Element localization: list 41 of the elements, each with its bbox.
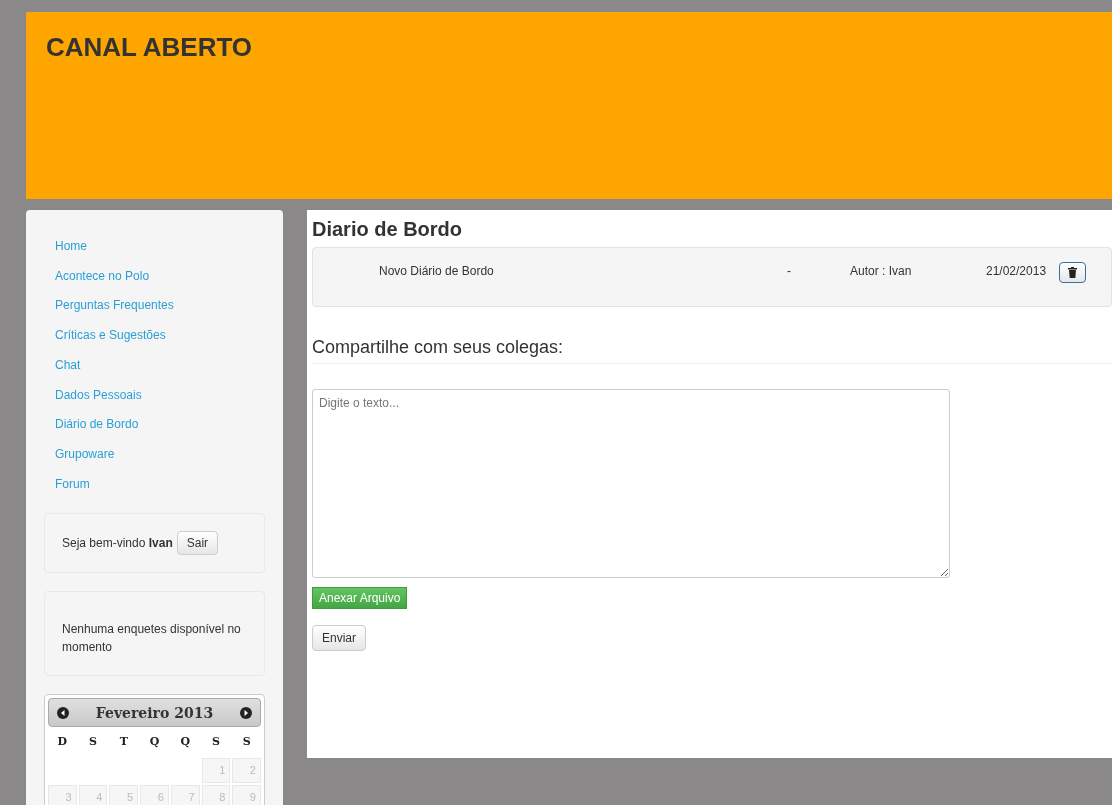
share-heading: Compartilhe com seus colegas: (312, 337, 1112, 364)
entry-date: 21/02/2013 (986, 264, 1048, 278)
entry-title: Novo Diário de Bordo (379, 264, 495, 278)
text-input[interactable]: Digite o texto... (312, 389, 950, 578)
nav-link[interactable]: Grupoware (55, 439, 265, 470)
welcome-text: Seja bem-vindo Ivan (62, 536, 173, 551)
site-title: CANAL ABERTO (46, 32, 254, 63)
delete-button[interactable] (1059, 262, 1086, 283)
nav-link[interactable]: Acontece no Polo (55, 261, 265, 292)
weekday-label: S (88, 734, 99, 751)
nav-link[interactable]: Dados Pessoais (55, 380, 265, 411)
weekday-label: Q (148, 734, 161, 751)
send-button[interactable]: Enviar (312, 625, 366, 651)
nav-link[interactable]: Críticas e Sugestões (55, 321, 265, 351)
nav-link[interactable]: Diário de Bordo (55, 410, 265, 440)
weekday-label: S (241, 734, 252, 751)
entry-separator: - (787, 264, 792, 278)
weekday-label: Q (179, 734, 191, 751)
nav-link[interactable]: Chat (55, 350, 265, 381)
calendar-day[interactable]: 2 (232, 758, 261, 784)
nav-link[interactable]: Home (55, 232, 265, 262)
calendar-day[interactable]: 7 (170, 785, 200, 805)
calendar-day[interactable]: 3 (48, 785, 77, 805)
page-title: Diario de Bordo (312, 218, 463, 241)
attach-button[interactable]: Anexar Arquivo (312, 587, 408, 609)
trash-icon (1068, 267, 1077, 278)
next-icon[interactable] (240, 706, 252, 719)
weekday-label: S (210, 734, 221, 751)
nav-link[interactable]: Perguntas Frequentes (55, 291, 265, 322)
nav-link[interactable]: Forum (55, 469, 265, 500)
weekday-label: D (56, 734, 69, 751)
calendar-day[interactable]: 8 (201, 785, 231, 805)
entry-author: Autor : Ivan (850, 264, 913, 278)
previous-icon[interactable] (57, 706, 69, 719)
calendar-day[interactable]: 4 (78, 785, 108, 805)
logout-button[interactable]: Sair (176, 531, 219, 556)
weekday-label: T (118, 734, 129, 751)
calendar-day[interactable]: 1 (201, 758, 231, 784)
poll-text: Nenhuma enquetes disponível no momento (62, 622, 241, 655)
calendar-day[interactable]: 5 (109, 785, 139, 805)
calendar-month: Fevereiro 2013 (95, 704, 214, 721)
